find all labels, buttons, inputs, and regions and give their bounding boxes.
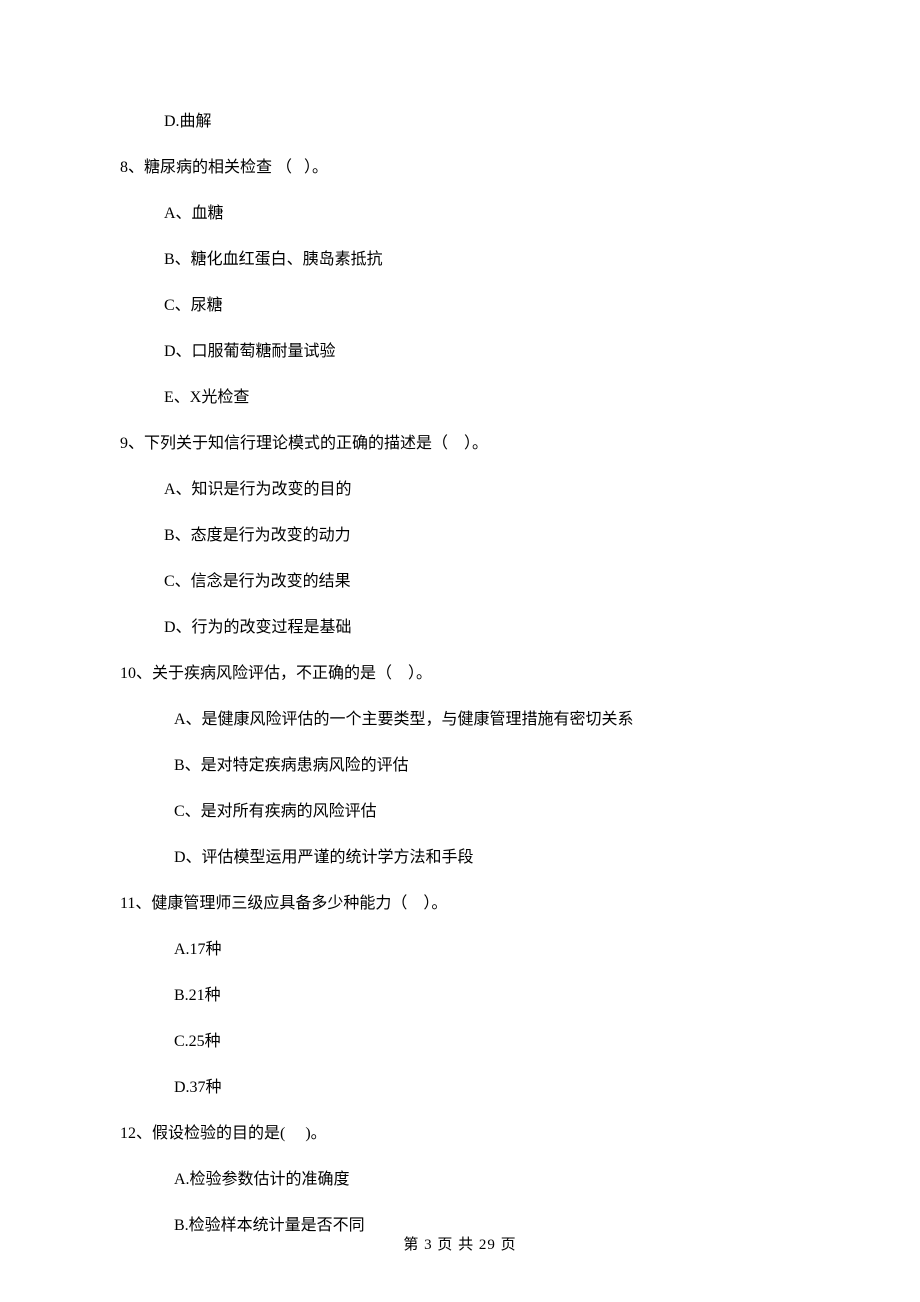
answer-option: C、是对所有疾病的风险评估 — [174, 800, 800, 824]
answer-option: C、尿糖 — [164, 294, 800, 318]
answer-option: A、是健康风险评估的一个主要类型，与健康管理措施有密切关系 — [174, 708, 800, 732]
answer-option: A.检验参数估计的准确度 — [174, 1168, 800, 1192]
answer-option: B、是对特定疾病患病风险的评估 — [174, 754, 800, 778]
answer-option: E、X光检查 — [164, 386, 800, 410]
question-stem: 9、下列关于知信行理论模式的正确的描述是（ ）。 — [120, 432, 800, 456]
question-stem: 11、健康管理师三级应具备多少种能力（ ）。 — [120, 892, 800, 916]
document-body: D.曲解 8、糖尿病的相关检查 （ ）。 A、血糖 B、糖化血红蛋白、胰岛素抵抗 C、尿… — [120, 110, 800, 1238]
question-stem: 12、假设检验的目的是( )。 — [120, 1122, 800, 1146]
answer-option: B、糖化血红蛋白、胰岛素抵抗 — [164, 248, 800, 272]
answer-option: B、态度是行为改变的动力 — [164, 524, 800, 548]
answer-option: A、血糖 — [164, 202, 800, 226]
answer-option: A、知识是行为改变的目的 — [164, 478, 800, 502]
answer-option: D.曲解 — [164, 110, 800, 134]
answer-option: B.21种 — [174, 984, 800, 1008]
answer-option: D、评估模型运用严谨的统计学方法和手段 — [174, 846, 800, 870]
answer-option: D、口服葡萄糖耐量试验 — [164, 340, 800, 364]
answer-option: C、信念是行为改变的结果 — [164, 570, 800, 594]
answer-option: D、行为的改变过程是基础 — [164, 616, 800, 640]
page-footer: 第 3 页 共 29 页 — [0, 1233, 920, 1254]
question-stem: 8、糖尿病的相关检查 （ ）。 — [120, 156, 800, 180]
answer-option: D.37种 — [174, 1076, 800, 1100]
page-container: D.曲解 8、糖尿病的相关检查 （ ）。 A、血糖 B、糖化血红蛋白、胰岛素抵抗 C、尿… — [0, 0, 920, 1302]
question-stem: 10、关于疾病风险评估，不正确的是（ ）。 — [120, 662, 800, 686]
answer-option: C.25种 — [174, 1030, 800, 1054]
answer-option: A.17种 — [174, 938, 800, 962]
